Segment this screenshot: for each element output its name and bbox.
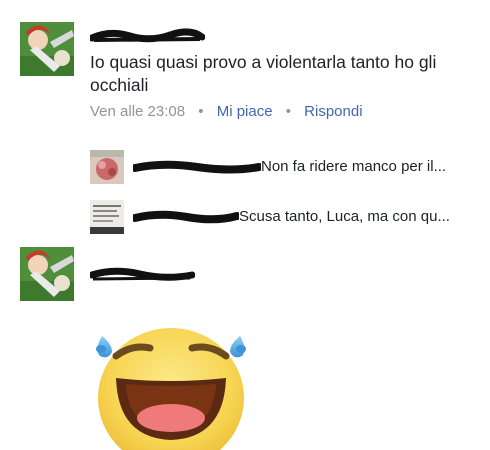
- comment1-text: Io quasi quasi provo a violentarla tanto…: [90, 52, 437, 95]
- comment1-meta: Ven alle 23:08 • Mi piace • Rispondi: [90, 103, 363, 120]
- comment1-author-redacted: [88, 26, 206, 51]
- reply1-row[interactable]: Non fa ridere manco per il...: [133, 156, 473, 178]
- reply-link[interactable]: Rispondi: [304, 103, 362, 120]
- reply1-author-redacted: [133, 156, 261, 178]
- reply2-text: Scusa tanto, Luca, ma con qu...: [239, 208, 450, 226]
- reply2-row[interactable]: Scusa tanto, Luca, ma con qu...: [133, 206, 473, 228]
- comment1-time: Ven alle 23:08: [90, 103, 186, 120]
- reply1-avatar[interactable]: [90, 150, 124, 184]
- comment1-avatar[interactable]: [20, 22, 74, 76]
- like-link[interactable]: Mi piace: [217, 103, 273, 120]
- reply1-text: Non fa ridere manco per il...: [261, 158, 447, 176]
- comment2-avatar[interactable]: [20, 247, 74, 301]
- meta-separator: •: [285, 103, 291, 120]
- meta-separator: •: [198, 103, 204, 120]
- reply2-author-redacted: [133, 206, 239, 228]
- reply2-avatar[interactable]: [90, 200, 124, 234]
- comment2-author-redacted: [88, 263, 196, 290]
- laughing-tears-emoji-icon: [86, 318, 256, 450]
